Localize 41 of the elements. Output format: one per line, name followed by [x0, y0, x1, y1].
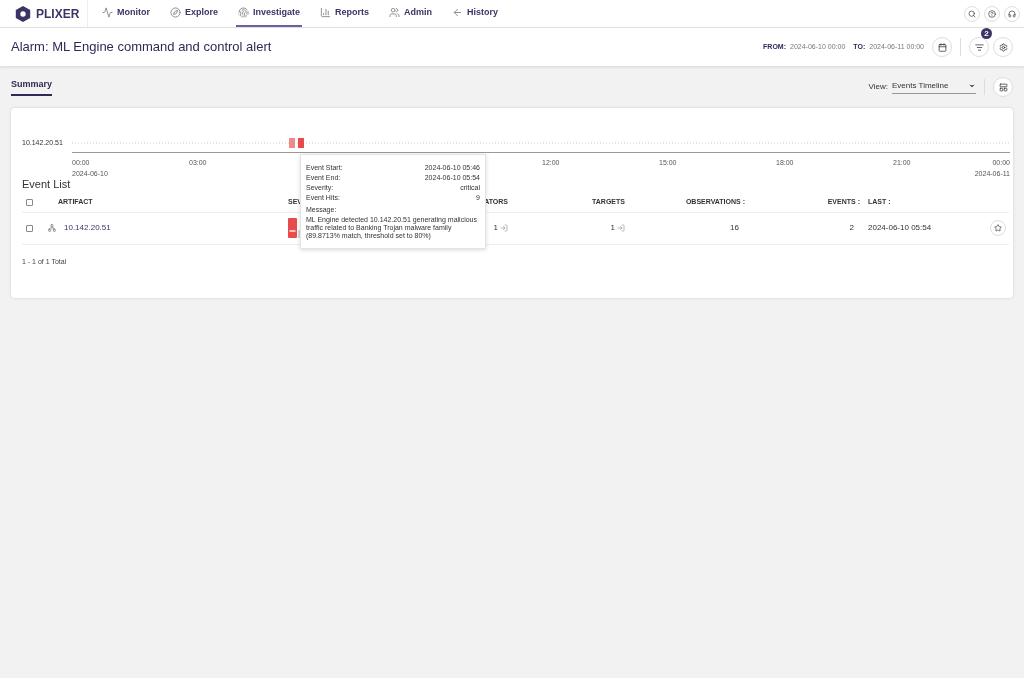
help-icon	[988, 9, 996, 18]
event-list-title: Event List	[22, 177, 71, 192]
artifact-link[interactable]: 10.142.20.51	[64, 222, 111, 234]
calendar-icon	[937, 42, 947, 52]
row-checkbox[interactable]	[26, 224, 33, 232]
settings-icon	[998, 42, 1008, 52]
events-count: 2	[849, 222, 855, 234]
caret-icon	[968, 82, 976, 90]
indicators-count: 1	[493, 222, 508, 234]
arrow-in-icon	[617, 224, 625, 232]
nav-tab[interactable]: Reports	[318, 0, 372, 27]
headset-icon	[1008, 9, 1016, 18]
brand-name: PLIXER	[36, 5, 80, 23]
view-dropdown[interactable]: Events Timeline	[892, 80, 976, 94]
select-all-checkbox[interactable]	[26, 198, 33, 206]
pulse-icon	[102, 7, 113, 18]
filter-count-badge: 2	[981, 28, 992, 39]
users-icon	[389, 7, 401, 18]
compass-icon	[170, 7, 181, 18]
search-icon	[968, 9, 976, 18]
network-icon	[48, 224, 56, 232]
arrow-in-icon	[500, 224, 508, 232]
observations-count: 16	[730, 222, 740, 234]
severity-meter-icon	[288, 218, 297, 238]
nav-tab[interactable]: Admin	[387, 0, 435, 27]
fingerprint-icon	[238, 7, 249, 18]
nav-tab[interactable]: Monitor	[100, 0, 152, 27]
targets-count: 1	[610, 222, 625, 234]
view-label: View:	[868, 81, 888, 93]
logo-icon	[14, 4, 32, 23]
nav-tab[interactable]: Explore	[168, 0, 220, 27]
page-title: Alarm: ML Engine command and control alert	[11, 38, 272, 57]
bar-chart-icon	[320, 7, 332, 18]
filter-icon	[974, 42, 984, 52]
layout-button[interactable]	[993, 77, 1013, 97]
last-seen-time: 2024-06-10 05:54	[867, 222, 933, 234]
back-arrow-icon	[452, 7, 464, 18]
star-icon	[994, 224, 1002, 232]
layout-icon	[998, 82, 1008, 92]
summary-tab[interactable]: Summary	[11, 78, 53, 96]
nav-tab[interactable]: History	[450, 0, 501, 27]
